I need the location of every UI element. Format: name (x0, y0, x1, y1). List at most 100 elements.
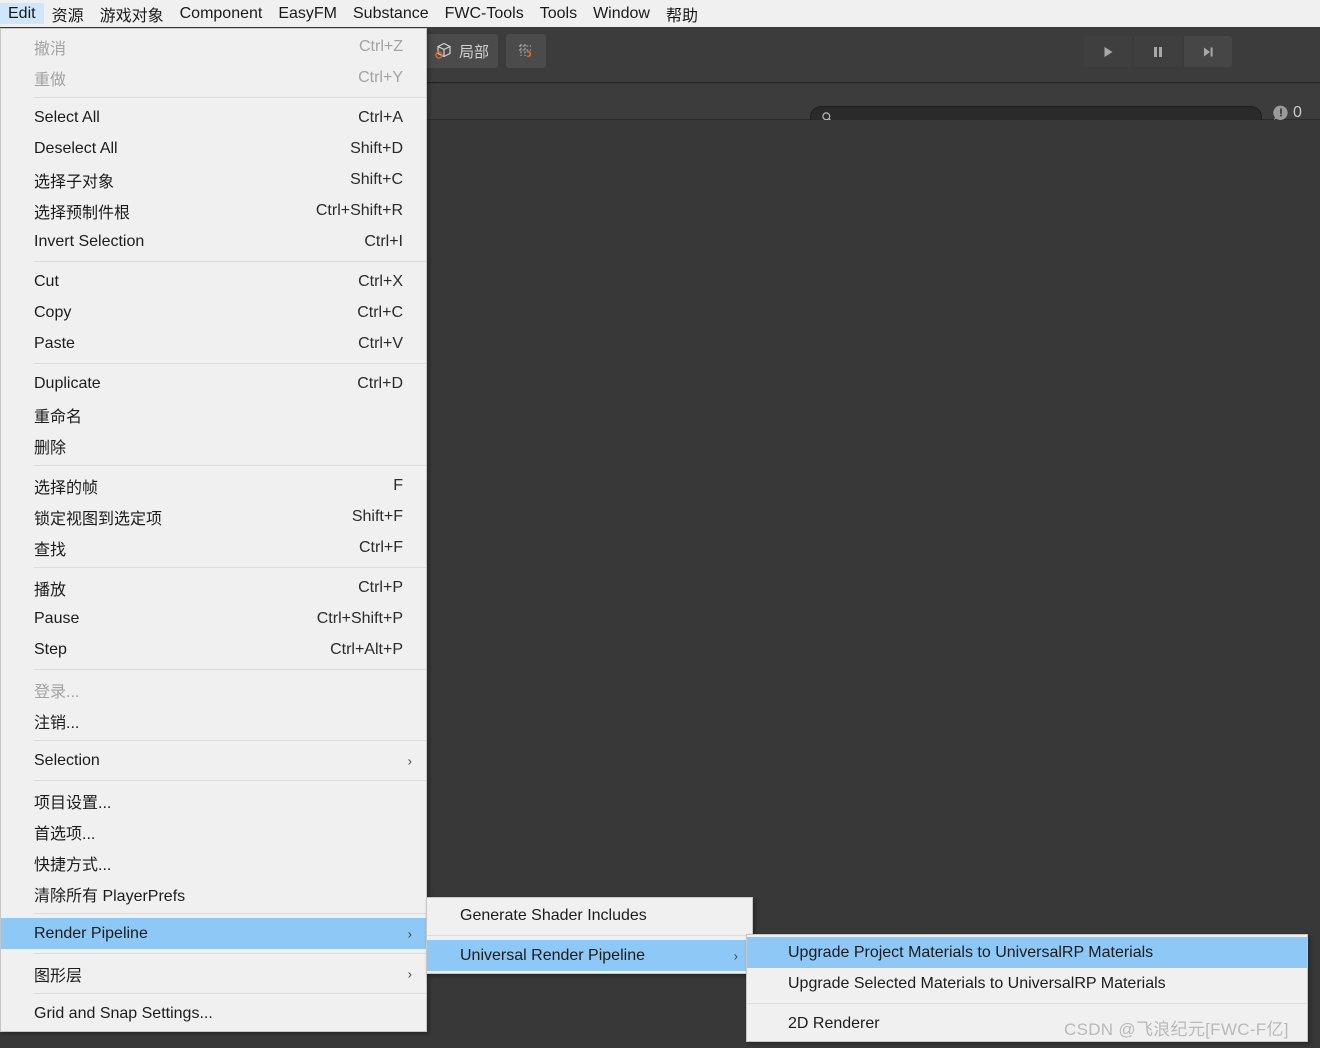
menu-item[interactable]: Step Ctrl+Alt+P (1, 634, 426, 665)
menu-item-label: Upgrade Project Materials to UniversalRP… (788, 943, 1154, 961)
menubar: Edit 资源 游戏对象 Component EasyFM Substance FWC-To… (0, 0, 1320, 27)
menu-separator (34, 740, 426, 741)
menu-item-label: 注销... (34, 714, 80, 732)
menu-item-gutter (1, 501, 34, 532)
play-button[interactable] (1084, 36, 1132, 67)
menu-item[interactable]: 查找 Ctrl+F (1, 532, 426, 563)
menu-item[interactable]: Upgrade Selected Materials to UniversalR… (747, 968, 1307, 999)
menu-item-gutter (1, 705, 34, 736)
menubar-item-10[interactable]: 帮助 (658, 3, 706, 25)
menu-item[interactable]: 选择预制件根 Ctrl+Shift+R (1, 195, 426, 226)
menu-item[interactable]: Grid and Snap Settings... (1, 998, 426, 1029)
menu-item[interactable]: Selection › (1, 745, 426, 776)
menu-item-shortcut: Shift+D (350, 139, 403, 157)
menubar-item-1[interactable]: Edit (0, 3, 44, 24)
menu-item-label: Render Pipeline (34, 924, 148, 942)
menu-item-gutter (1, 31, 34, 62)
menu-item[interactable]: 项目设置... (1, 785, 426, 816)
menu-item[interactable]: 播放 Ctrl+P (1, 572, 426, 603)
menubar-item-3[interactable]: 游戏对象 (92, 3, 172, 25)
menu-item-gutter (1, 674, 34, 705)
menu-item-gutter (747, 937, 780, 968)
menu-separator (747, 1003, 1307, 1004)
menu-item-label: Selection (34, 751, 100, 769)
menubar-item-9[interactable]: Window (585, 3, 658, 24)
menu-item[interactable]: Copy Ctrl+C (1, 297, 426, 328)
menu-item-gutter (1, 847, 34, 878)
menu-item[interactable]: Upgrade Project Materials to UniversalRP… (747, 937, 1307, 968)
menu-item-gutter (1, 572, 34, 603)
menu-item-label: 项目设置... (34, 794, 112, 812)
menu-item[interactable]: 首选项... (1, 816, 426, 847)
menu-separator (34, 363, 426, 364)
render-pipeline-submenu-panel: Generate Shader Includes Universal Render… (426, 897, 753, 974)
menubar-item-5[interactable]: EasyFM (270, 3, 345, 24)
menubar-item-2[interactable]: 资源 (44, 3, 92, 25)
pause-button[interactable] (1134, 36, 1182, 67)
menu-item[interactable]: 选择子对象 Shift+C (1, 164, 426, 195)
menu-item[interactable]: Deselect All Shift+D (1, 133, 426, 164)
menu-item: 撤消 Ctrl+Z (1, 31, 426, 62)
menu-item[interactable]: Duplicate Ctrl+D (1, 368, 426, 399)
menu-item-gutter (1, 470, 34, 501)
menu-item[interactable]: 快捷方式... (1, 847, 426, 878)
menu-item[interactable]: Paste Ctrl+V (1, 328, 426, 359)
menu-item[interactable]: 锁定视图到选定项 Shift+F (1, 501, 426, 532)
menu-separator (34, 97, 426, 98)
pivot-rotation-toggle[interactable]: 局部 (425, 34, 499, 68)
menubar-item-8[interactable]: Tools (532, 3, 585, 24)
menu-item-shortcut: Ctrl+I (364, 232, 403, 250)
menu-item: 登录... (1, 674, 426, 705)
menu-item-gutter (1, 745, 34, 776)
chevron-right-icon: › (407, 753, 412, 768)
menubar-item-4[interactable]: Component (172, 3, 271, 24)
menu-item[interactable]: Universal Render Pipeline › (427, 940, 752, 971)
step-button[interactable] (1184, 36, 1232, 67)
menu-item-label: 撤消 (34, 40, 67, 58)
menu-item-gutter (1, 634, 34, 665)
menu-item-shortcut: Ctrl+C (357, 303, 403, 321)
snap-settings-button[interactable] (506, 34, 547, 68)
menu-item-shortcut: Shift+F (351, 507, 403, 525)
menu-separator (34, 913, 426, 914)
menu-item[interactable]: 清除所有 PlayerPrefs (1, 878, 426, 909)
menu-separator (34, 567, 426, 568)
menu-item[interactable]: Generate Shader Includes (427, 900, 752, 931)
menu-item[interactable]: Render Pipeline › (1, 918, 426, 949)
menu-item-gutter (1, 958, 34, 989)
menubar-item-6[interactable]: Substance (345, 3, 437, 24)
menu-separator (427, 935, 752, 936)
menu-item[interactable]: 删除 (1, 430, 426, 461)
menu-item-label: 首选项... (34, 825, 96, 843)
menu-item[interactable]: 重命名 (1, 399, 426, 430)
menu-item[interactable]: Select All Ctrl+A (1, 102, 426, 133)
csdn-watermark: CSDN @飞浪纪元[FWC-F亿] (1064, 1020, 1289, 1039)
menu-item[interactable]: Cut Ctrl+X (1, 266, 426, 297)
menu-item-shortcut: Ctrl+Y (358, 68, 403, 86)
menu-item-shortcut: Ctrl+P (358, 578, 403, 596)
pivot-cube-icon (434, 41, 454, 61)
menu-item-label: Grid and Snap Settings... (34, 1004, 213, 1022)
menu-item-gutter (1, 918, 34, 949)
menu-item[interactable]: 图形层 › (1, 958, 426, 989)
menu-item[interactable]: 注销... (1, 705, 426, 736)
menu-item-label: 清除所有 PlayerPrefs (34, 887, 186, 905)
menu-separator (34, 993, 426, 994)
menu-item-shortcut: Ctrl+V (358, 334, 403, 352)
pause-icon (1150, 44, 1166, 60)
menu-item-gutter (1, 102, 34, 133)
menu-separator (34, 669, 426, 670)
menu-item-shortcut: Ctrl+A (358, 108, 403, 126)
menu-item-shortcut: Ctrl+X (358, 272, 403, 290)
menu-item-gutter (747, 1008, 780, 1039)
menu-item[interactable]: Invert Selection Ctrl+I (1, 226, 426, 257)
menu-item-label: 删除 (34, 439, 67, 457)
menubar-item-7[interactable]: FWC-Tools (437, 3, 532, 24)
menu-item-shortcut: Ctrl+Shift+P (316, 609, 403, 627)
menu-item-shortcut: Ctrl+F (359, 538, 403, 556)
menu-item-label: 选择的帧 (34, 479, 99, 497)
menu-item[interactable]: 选择的帧 F (1, 470, 426, 501)
menu-item[interactable]: Pause Ctrl+Shift+P (1, 603, 426, 634)
grid-snap-icon (516, 41, 536, 61)
menu-separator (34, 261, 426, 262)
